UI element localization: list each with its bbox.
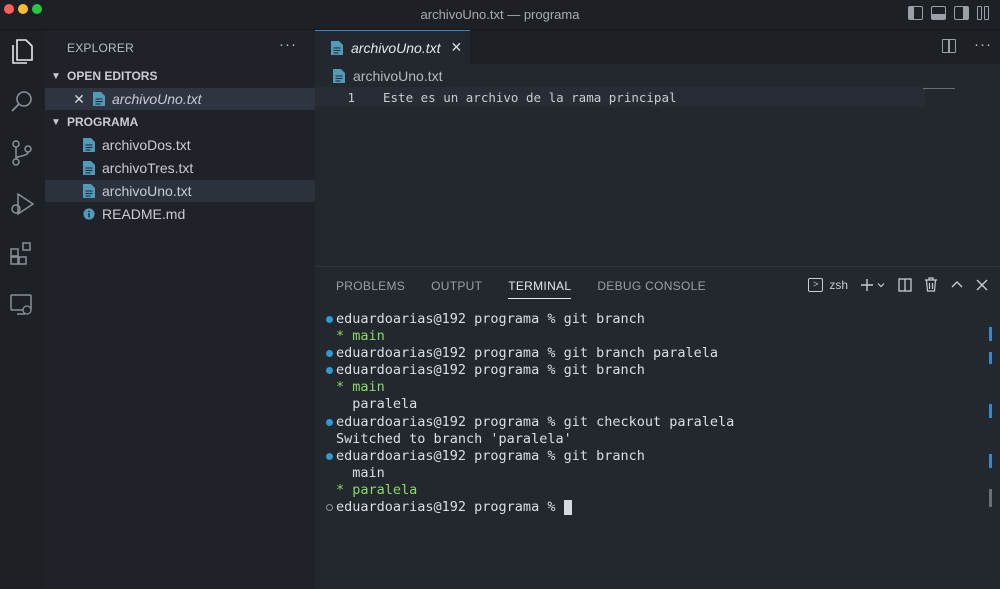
text-file-icon — [83, 138, 95, 152]
terminal-line: eduardoarias@192 programa % git checkout… — [323, 414, 734, 431]
breadcrumb[interactable]: archivoUno.txt — [333, 66, 442, 86]
terminal-line: main — [336, 464, 385, 481]
terminal-icon: > — [808, 277, 824, 292]
explorer-header: EXPLORER — [67, 41, 134, 55]
line-number: 1 — [347, 89, 355, 105]
breadcrumb-label: archivoUno.txt — [353, 68, 443, 84]
file-item-archivodos[interactable]: archivoDos.txt — [45, 134, 315, 156]
terminal-output[interactable]: eduardoarias@192 programa % git branch *… — [323, 311, 734, 516]
tab-debug-console[interactable]: DEBUG CONSOLE — [597, 279, 706, 299]
chevron-down-icon — [877, 282, 885, 287]
plus-icon — [861, 278, 873, 291]
extensions-icon[interactable] — [8, 240, 36, 268]
programa-folder-section[interactable]: ▼ PROGRAMA — [45, 111, 315, 133]
tab-terminal[interactable]: TERMINAL — [508, 279, 572, 299]
text-file-icon — [333, 69, 345, 83]
line-text: Este es un archivo de la rama principal — [383, 89, 677, 105]
folder-title: PROGRAMA — [67, 115, 139, 129]
terminal-line: eduardoarias@192 programa % git branch — [323, 362, 734, 379]
source-control-icon[interactable] — [8, 139, 36, 167]
chevron-down-icon: ▼ — [51, 116, 61, 128]
terminal-scrollbar[interactable] — [989, 489, 992, 507]
open-editors-title: OPEN EDITORS — [67, 69, 158, 83]
file-label: README.md — [102, 206, 186, 222]
terminal-selector[interactable]: > zsh — [808, 277, 848, 292]
open-editors-section[interactable]: ▼ OPEN EDITORS — [45, 65, 315, 87]
terminal-line: eduardoarias@192 programa % git branch — [323, 448, 734, 465]
layout-controls — [908, 6, 992, 20]
shell-name: zsh — [829, 277, 848, 292]
minimap[interactable] — [923, 88, 955, 89]
editor-tab-bar: archivoUno.txt ✕ ··· — [315, 30, 1000, 64]
search-icon[interactable] — [8, 88, 36, 116]
terminal-line: Switched to branch 'paralela' — [336, 430, 572, 447]
split-editor-icon[interactable] — [942, 39, 956, 53]
new-terminal-button[interactable] — [860, 278, 886, 292]
open-editor-label: archivoUno.txt — [112, 91, 202, 107]
trash-icon[interactable] — [924, 277, 938, 292]
tab-output[interactable]: OUTPUT — [431, 279, 482, 299]
explorer-icon[interactable] — [8, 38, 36, 66]
explorer-sidebar: EXPLORER ··· ▼ OPEN EDITORS ✕ archivoUno… — [45, 30, 315, 589]
window-title: archivoUno.txt — programa — [420, 7, 580, 22]
scroll-decoration — [989, 454, 992, 468]
editor-group: archivoUno.txt ✕ ··· archivoUno.txt 1 Es… — [315, 30, 1000, 266]
maximize-panel-icon[interactable] — [950, 280, 964, 290]
scroll-decoration — [989, 327, 992, 341]
text-file-icon — [93, 92, 105, 106]
tab-label: archivoUno.txt — [351, 39, 441, 56]
text-file-icon — [83, 184, 95, 198]
close-panel-icon[interactable] — [976, 279, 988, 291]
file-label: archivoUno.txt — [102, 183, 192, 199]
file-label: archivoDos.txt — [102, 137, 191, 153]
terminal-line: * paralela — [336, 481, 418, 498]
remote-explorer-icon[interactable] — [8, 291, 36, 319]
scroll-decoration — [989, 352, 992, 364]
file-label: archivoTres.txt — [102, 160, 194, 176]
run-debug-icon[interactable] — [8, 190, 36, 218]
toggle-secondary-sidebar-icon[interactable] — [954, 6, 969, 20]
title-bar: archivoUno.txt — programa — [0, 0, 1000, 30]
text-file-icon — [331, 40, 343, 55]
tab-problems[interactable]: PROBLEMS — [336, 279, 405, 299]
terminal-prompt-line: eduardoarias@192 programa % — [323, 499, 734, 516]
file-item-readme[interactable]: README.md — [45, 203, 315, 225]
customize-layout-icon[interactable] — [977, 6, 992, 20]
chevron-down-icon: ▼ — [51, 70, 61, 82]
terminal-line: paralela — [336, 396, 418, 413]
terminal-cursor — [563, 500, 572, 516]
toggle-primary-sidebar-icon[interactable] — [908, 6, 923, 20]
toggle-panel-icon[interactable] — [931, 6, 946, 20]
terminal-line: * main — [336, 328, 385, 345]
editor-more-actions-button[interactable]: ··· — [974, 36, 992, 53]
bottom-panel: PROBLEMS OUTPUT TERMINAL DEBUG CONSOLE >… — [315, 266, 1000, 589]
explorer-more-actions-button[interactable]: ··· — [279, 36, 297, 53]
close-tab-icon[interactable]: ✕ — [450, 39, 462, 56]
terminal-line: * main — [336, 379, 385, 396]
terminal-line: eduardoarias@192 programa % git branch — [323, 311, 734, 328]
info-icon — [83, 208, 95, 220]
scroll-decoration — [989, 404, 992, 418]
open-editor-item[interactable]: ✕ archivoUno.txt — [45, 88, 315, 110]
terminal-line: eduardoarias@192 programa % git branch p… — [323, 345, 734, 362]
text-file-icon — [83, 161, 95, 175]
file-item-archivotres[interactable]: archivoTres.txt — [45, 157, 315, 179]
editor-tab-archivouno[interactable]: archivoUno.txt ✕ — [315, 30, 470, 64]
activity-bar — [0, 30, 45, 589]
code-line[interactable]: 1 Este es un archivo de la rama principa… — [315, 87, 925, 107]
split-terminal-icon[interactable] — [898, 277, 912, 292]
file-item-archivouno[interactable]: archivoUno.txt — [45, 180, 315, 202]
panel-toolbar: > zsh — [808, 277, 988, 292]
close-editor-icon[interactable]: ✕ — [71, 91, 87, 108]
panel-tabs: PROBLEMS OUTPUT TERMINAL DEBUG CONSOLE — [336, 279, 706, 299]
